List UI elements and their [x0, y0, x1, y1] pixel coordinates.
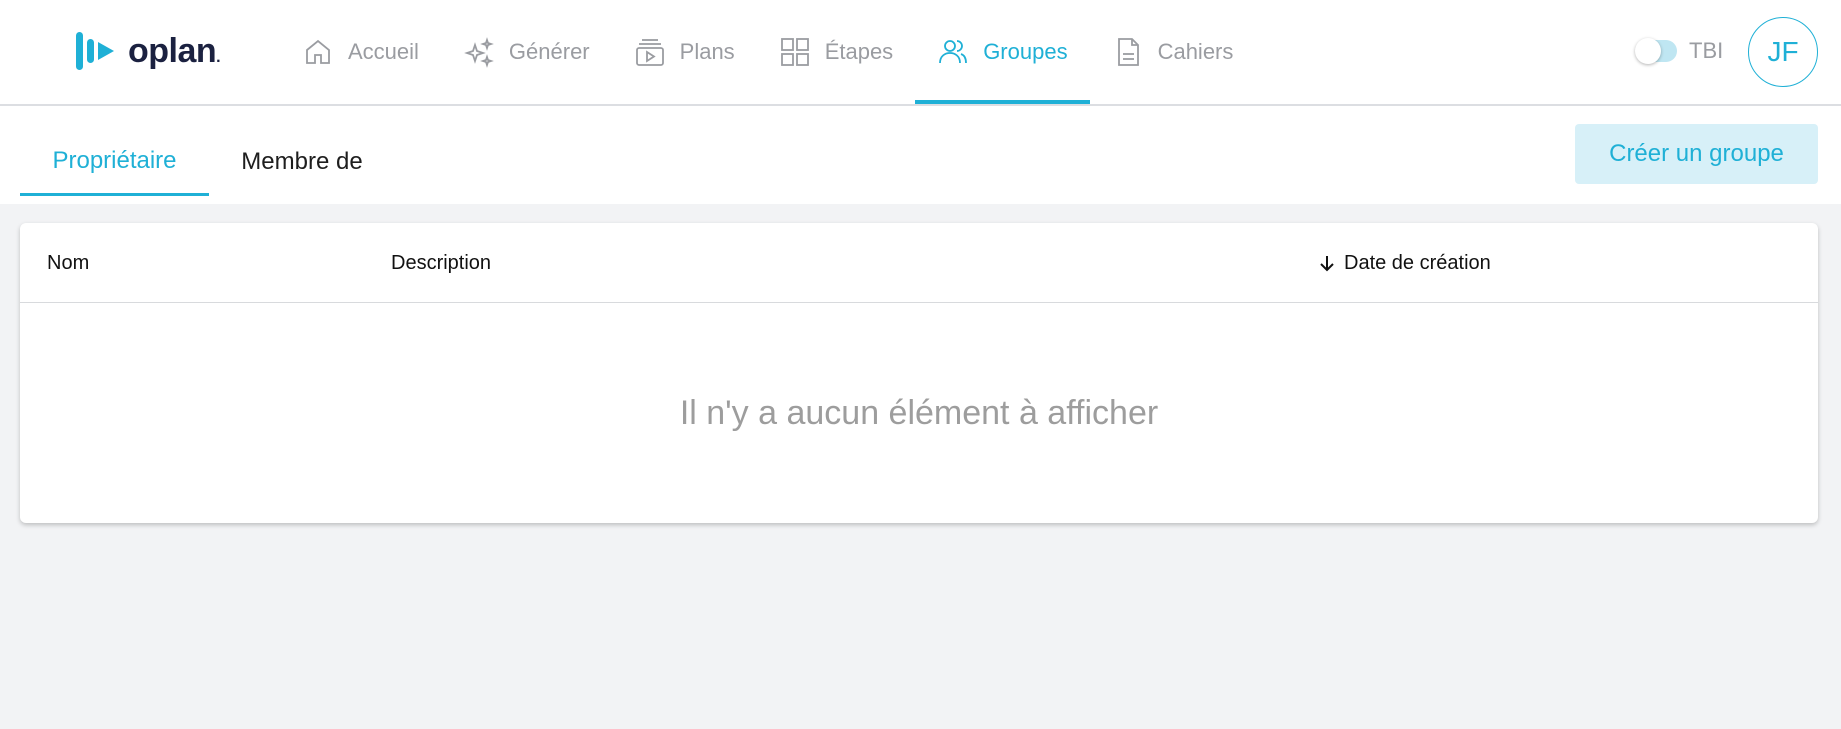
tab-membre-de[interactable]: Membre de	[209, 128, 395, 196]
column-header-nom[interactable]: Nom	[47, 223, 89, 303]
nav-item-accueil[interactable]: Accueil	[280, 0, 441, 104]
app-logo[interactable]: oplan.	[76, 30, 221, 72]
sparkle-icon	[464, 37, 494, 68]
nav-item-plans[interactable]: Plans	[612, 0, 757, 104]
document-icon	[1117, 38, 1139, 66]
arrow-down-icon	[1320, 256, 1334, 272]
column-header-label: Nom	[47, 251, 90, 274]
top-navigation-bar: oplan. Accueil Générer Plans Étapes Grou…	[0, 0, 1841, 106]
column-header-label: Date de création	[1344, 251, 1491, 274]
logo-wordmark: oplan.	[128, 32, 221, 70]
nav-item-groupes[interactable]: Groupes	[915, 0, 1090, 104]
nav-item-label: Étapes	[824, 39, 894, 64]
groups-table: Nom Description Date de création Il n'y …	[20, 223, 1818, 523]
column-header-date-creation[interactable]: Date de création	[1318, 223, 1491, 303]
toggle-knob	[1635, 38, 1661, 64]
logo-mark-icon	[76, 30, 116, 72]
group-subtabs-bar: Propriétaire Membre de Créer un groupe	[0, 106, 1841, 204]
create-group-button[interactable]: Créer un groupe	[1575, 124, 1818, 184]
tab-proprietaire[interactable]: Propriétaire	[20, 128, 209, 196]
tbi-toggle[interactable]	[1635, 38, 1677, 64]
empty-state-message: Il n'y a aucun élément à afficher	[679, 393, 1159, 432]
tbi-toggle-group: TBI	[1635, 38, 1724, 64]
table-header: Nom Description Date de création	[20, 223, 1818, 303]
nav-item-label: Cahiers	[1157, 39, 1234, 64]
nav-item-label: Plans	[679, 39, 735, 64]
nav-item-label: Accueil	[348, 39, 419, 64]
user-avatar[interactable]: JF	[1748, 17, 1818, 87]
nav-item-cahiers[interactable]: Cahiers	[1090, 0, 1256, 104]
grid-icon	[780, 38, 809, 66]
column-header-description[interactable]: Description	[391, 223, 491, 303]
nav-item-etapes[interactable]: Étapes	[757, 0, 916, 104]
video-stack-icon	[635, 39, 664, 66]
nav-item-label: Groupes	[983, 39, 1068, 64]
main-nav: Accueil Générer Plans Étapes Groupes Cah…	[280, 0, 1255, 106]
tbi-toggle-label: TBI	[1689, 38, 1724, 63]
column-header-label: Description	[391, 251, 492, 274]
nav-item-label: Générer	[508, 39, 590, 64]
users-icon	[939, 40, 968, 64]
home-icon	[306, 39, 330, 64]
nav-item-generer[interactable]: Générer	[441, 0, 612, 104]
